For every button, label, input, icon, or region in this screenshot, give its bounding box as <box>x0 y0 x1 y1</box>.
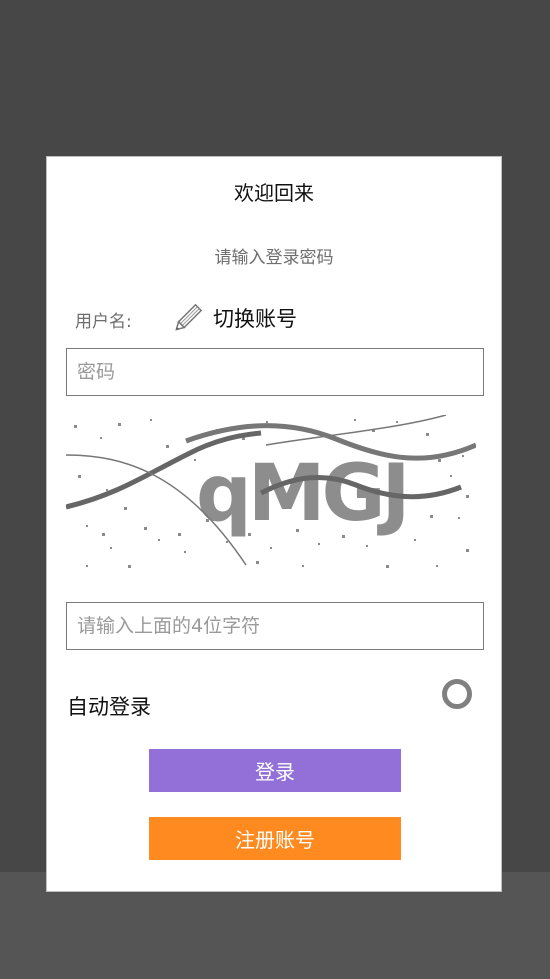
password-field-wrapper <box>66 348 484 396</box>
auto-login-label: 自动登录 <box>67 695 151 719</box>
switch-account-link[interactable]: 切换账号 <box>213 303 297 333</box>
dialog-title: 欢迎回来 <box>234 181 314 205</box>
auto-login-toggle[interactable] <box>442 679 472 709</box>
dialog-subtitle: 请输入登录密码 <box>214 248 334 268</box>
username-row: 用户名: 切换账号 <box>75 301 475 335</box>
pencil-icon[interactable] <box>169 301 205 337</box>
captcha-input[interactable] <box>67 603 483 649</box>
captcha-text: qMGJ <box>196 449 407 539</box>
username-label: 用户名: <box>75 312 132 332</box>
register-button[interactable]: 注册账号 <box>149 817 401 860</box>
login-button[interactable]: 登录 <box>149 749 401 792</box>
captcha-field-wrapper <box>66 602 484 650</box>
password-input[interactable] <box>67 349 483 395</box>
captcha-image[interactable]: qMGJ <box>66 415 476 575</box>
login-dialog: 欢迎回来 请输入登录密码 用户名: 切换账号 qMGJ 请输入上面的4位字符 自… <box>46 156 502 892</box>
